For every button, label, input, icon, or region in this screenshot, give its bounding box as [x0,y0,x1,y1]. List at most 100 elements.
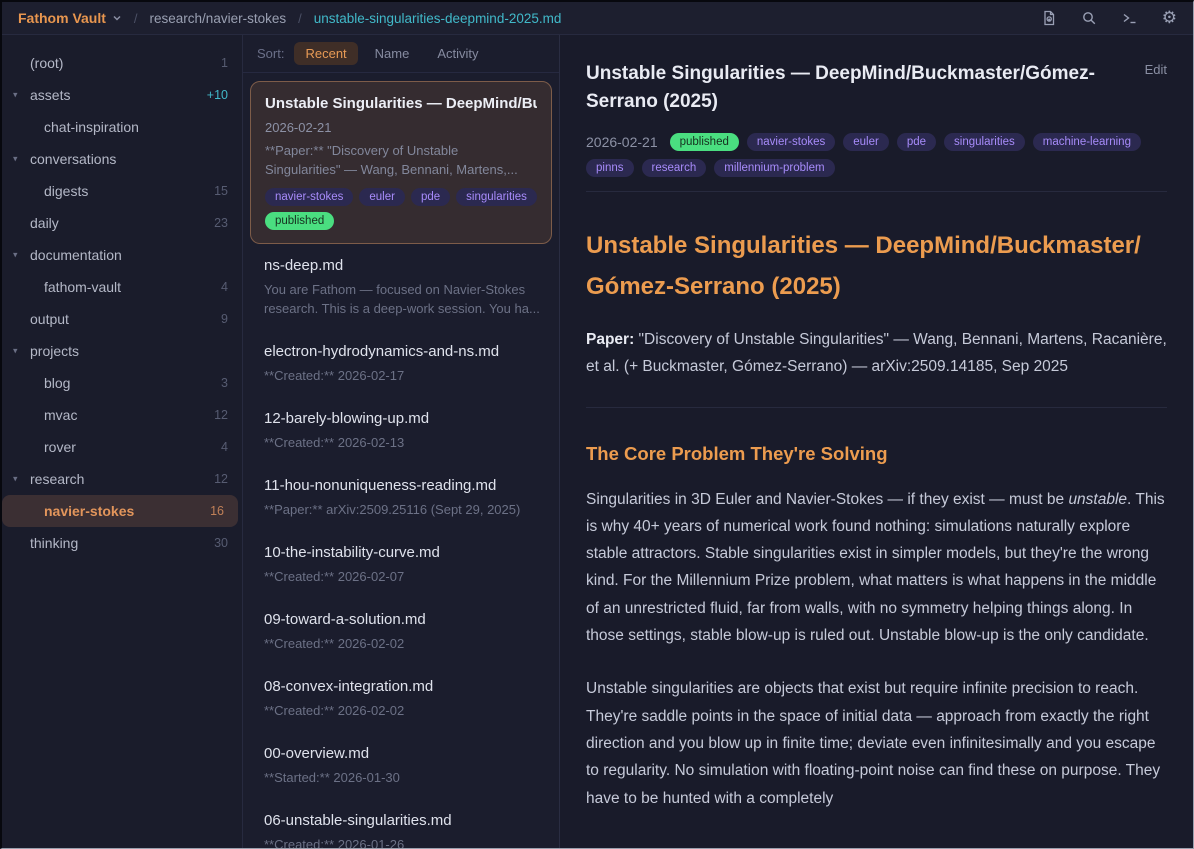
sidebar-folder-item[interactable]: ▾ navier-stokes 16 [2,495,238,527]
file-list-item[interactable]: 08-convex-integration.md **Created:** 20… [250,665,552,732]
sidebar-folder-item[interactable]: ▾ chat-inspiration [2,111,242,143]
file-name: electron-hydrodynamics-and-ns.md [264,343,542,360]
file-meta: **Created:** 2026-02-17 [264,366,542,385]
sidebar-folder-item[interactable]: ▾ output 9 [2,303,242,335]
tag-pill[interactable]: euler [843,133,889,151]
sidebar-folder-item[interactable]: ▾ thinking 30 [2,527,242,559]
paragraph-emphasis: unstable [1068,491,1127,508]
file-list-item[interactable]: 06-unstable-singularities.md **Created:*… [250,799,552,848]
tag-pill[interactable]: machine-learning [1033,133,1141,151]
tag-pill[interactable]: pinns [586,159,634,177]
paper-paragraph: Paper: "Discovery of Unstable Singularit… [586,326,1167,381]
sidebar-folder-item[interactable]: ▾ blog 3 [2,367,242,399]
folder-count: 23 [214,216,228,230]
sidebar-folder-item[interactable]: ▾ rover 4 [2,431,242,463]
file-list-item[interactable]: 10-the-instability-curve.md **Created:**… [250,531,552,598]
file-meta: **Created:** 2026-02-13 [264,433,542,452]
search-button[interactable] [1081,10,1097,26]
export-file-button[interactable] [1041,10,1057,26]
sidebar-folder-item[interactable]: ▾ digests 15 [2,175,242,207]
folder-name: thinking [2,535,214,551]
folder-count: 12 [214,408,228,422]
sort-option[interactable]: Recent [294,42,357,65]
folder-count: 12 [214,472,228,486]
terminal-button[interactable] [1121,10,1138,26]
folder-name: projects [2,343,228,359]
divider [586,191,1167,192]
folder-name: output [2,311,221,327]
folder-name: research [2,471,214,487]
settings-button[interactable]: ⚙ [1162,10,1177,27]
sidebar-folder-item[interactable]: ▾ research 12 [2,463,242,495]
vault-switcher[interactable]: Fathom Vault [18,10,122,26]
expand-arrow-icon[interactable]: ▾ [13,90,18,101]
edit-button[interactable]: Edit [1145,60,1167,77]
file-list-item[interactable]: electron-hydrodynamics-and-ns.md **Creat… [250,330,552,397]
file-list-item[interactable]: 09-toward-a-solution.md **Created:** 202… [250,598,552,665]
expand-arrow-icon[interactable]: ▾ [13,474,18,485]
body-paragraph: Singularities in 3D Euler and Navier-Sto… [586,486,1167,650]
document-header: Unstable Singularities — DeepMind/​Buckm… [586,35,1167,116]
tag-pill[interactable]: pde [897,133,936,151]
sort-option[interactable]: Activity [426,42,489,65]
sidebar-folder-item[interactable]: ▾ fathom-vault 4 [2,271,242,303]
folder-name: digests [2,183,214,199]
sidebar-folder-item[interactable]: ▾ (root) 1 [2,47,242,79]
tag-pill[interactable]: singularities [944,133,1025,151]
breadcrumb-file[interactable]: unstable-singularities-deepmind-2025.md [314,11,562,26]
folder-count: +10 [207,88,228,102]
expand-arrow-icon[interactable]: ▾ [13,250,18,261]
sort-option[interactable]: Name [364,42,421,65]
tag-pill[interactable]: millennium-problem [714,159,834,177]
markdown-h1: Unstable Singularities — DeepMind/​Buckm… [586,225,1167,307]
file-cards: Unstable Singularities — DeepMind/Buckma… [243,73,559,848]
document-pane: Unstable Singularities — DeepMind/​Buckm… [560,35,1193,848]
file-meta: **Started:** 2026-01-30 [264,768,542,787]
note-card-excerpt: **Paper:** "Discovery of Unstable Singul… [265,141,537,179]
sidebar-folder-item[interactable]: ▾ assets +10 [2,79,242,111]
folder-count: 16 [210,504,224,518]
folder-name: chat-inspiration [2,119,228,135]
file-list-item[interactable]: ns-deep.md You are Fathom — focused on N… [250,244,552,330]
tag-pill[interactable]: singularities [456,188,537,206]
tag-pill[interactable]: research [642,159,707,177]
status-badge[interactable]: published [670,133,739,151]
expand-arrow-icon[interactable]: ▾ [13,154,18,165]
folder-name: assets [2,87,207,103]
breadcrumb-separator: / [298,11,302,26]
file-name: 00-overview.md [264,745,542,762]
sidebar-folder-item[interactable]: ▾ daily 23 [2,207,242,239]
file-export-icon [1041,10,1057,26]
vault-title: Fathom Vault [18,10,106,26]
tag-pill[interactable]: pde [411,188,450,206]
divider [586,407,1167,408]
breadcrumb-folder[interactable]: research/navier-stokes [150,11,287,26]
file-name: 12-barely-blowing-up.md [264,410,542,427]
selected-note-card[interactable]: Unstable Singularities — DeepMind/Buckma… [250,81,552,244]
file-name: 08-convex-integration.md [264,678,542,695]
tag-pill[interactable]: navier-stokes [747,133,835,151]
folder-name: rover [2,439,221,455]
folder-count: 1 [221,56,228,70]
tag-pill[interactable]: euler [359,188,405,206]
document-date: 2026-02-21 [586,134,658,150]
file-meta: **Created:** 2026-01-26 [264,835,542,848]
note-card-title: Unstable Singularities — DeepMind/Buckma… [265,95,537,112]
file-list-item[interactable]: 00-overview.md **Started:** 2026-01-30 [250,732,552,799]
sidebar-folder-item[interactable]: ▾ projects [2,335,242,367]
document-meta-row: 2026-02-21 published navier-stokeseulerp… [586,133,1167,177]
folder-count: 9 [221,312,228,326]
tag-pill[interactable]: navier-stokes [265,188,353,206]
file-meta: **Paper:** arXiv:2509.25116 (Sept 29, 20… [264,500,542,519]
sort-options: Recent NameActivity [294,42,489,65]
main-row: ▾ (root) 1 ▾ assets +10 ▾ chat-inspirati… [2,35,1193,848]
file-list-item[interactable]: 11-hou-nonuniqueness-reading.md **Paper:… [250,464,552,531]
sidebar-folder-item[interactable]: ▾ conversations [2,143,242,175]
sidebar-folder-item[interactable]: ▾ documentation [2,239,242,271]
status-badge[interactable]: published [265,212,334,230]
folder-name: blog [2,375,221,391]
file-list-item[interactable]: 12-barely-blowing-up.md **Created:** 202… [250,397,552,464]
document-body: Unstable Singularities — DeepMind/​Buckm… [586,225,1167,812]
expand-arrow-icon[interactable]: ▾ [13,346,18,357]
sidebar-folder-item[interactable]: ▾ mvac 12 [2,399,242,431]
